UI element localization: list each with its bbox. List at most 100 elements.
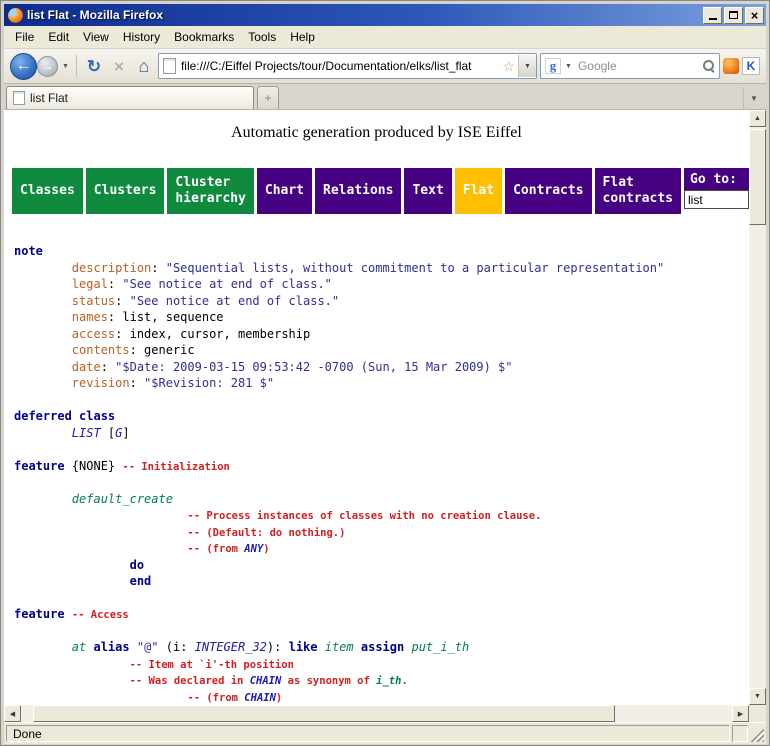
doc-nav-contracts[interactable]: Contracts	[505, 168, 591, 214]
url-bar[interactable]: ☆ ▼	[158, 53, 537, 79]
menu-file[interactable]: File	[8, 28, 41, 46]
code-text	[14, 261, 72, 275]
doc-nav-cluster-hierarchy[interactable]: Cluster hierarchy	[167, 168, 253, 214]
doc-nav-relations[interactable]: Relations	[315, 168, 401, 214]
menu-edit[interactable]: Edit	[41, 28, 76, 46]
tab-list-flat[interactable]: list Flat	[6, 86, 254, 109]
scroll-down-button[interactable]: ▼	[749, 688, 766, 705]
class-link[interactable]: INTEGER_32	[195, 640, 267, 654]
scroll-right-button[interactable]: ▶	[732, 705, 749, 722]
doc-nav-buttons: ClassesClustersCluster hierarchyChartRel…	[12, 168, 681, 214]
note-tag: description	[72, 261, 151, 275]
forward-button[interactable]: →	[37, 56, 58, 77]
menu-view[interactable]: View	[76, 28, 116, 46]
refresh-icon[interactable]: ↻	[83, 58, 105, 75]
code-text	[14, 690, 187, 704]
class-link[interactable]: CHAIN	[244, 692, 276, 704]
new-tab-button[interactable]: +	[257, 86, 279, 109]
url-input[interactable]	[179, 58, 500, 74]
note-tag: names	[72, 310, 108, 324]
menu-tools[interactable]: Tools	[241, 28, 283, 46]
doc-nav-clusters[interactable]: Clusters	[86, 168, 165, 214]
code-line	[14, 393, 749, 410]
scroll-left-button[interactable]: ◀	[4, 705, 21, 722]
code-line	[14, 475, 749, 492]
bookmark-star-icon[interactable]: ☆	[502, 58, 515, 75]
code-line: revision: "$Revision: 281 $"	[14, 376, 749, 393]
horizontal-scrollbar[interactable]: ◀ ▶	[4, 705, 749, 722]
code-text	[130, 640, 137, 654]
code-line: end	[14, 574, 749, 591]
resize-grip[interactable]	[750, 728, 764, 742]
code-keyword: assign	[361, 640, 404, 654]
minimize-button[interactable]	[703, 7, 722, 24]
doc-nav-text[interactable]: Text	[404, 168, 451, 214]
feature-link[interactable]: default_create	[72, 492, 173, 506]
class-link[interactable]: LIST	[72, 426, 101, 440]
search-icon[interactable]	[703, 60, 715, 72]
extension-icon-k[interactable]: K	[742, 57, 760, 75]
horizontal-scroll-track[interactable]	[21, 705, 732, 722]
doc-nav-flat[interactable]: Flat	[455, 168, 502, 214]
nav-toolbar: ← → ▼ ↻ × ⌂ ☆ ▼ g ▼ K	[4, 49, 766, 84]
search-box[interactable]: g ▼	[540, 53, 720, 79]
code-line: contents: generic	[14, 343, 749, 360]
doc-nav-chart[interactable]: Chart	[257, 168, 312, 214]
code-keyword: note	[14, 244, 43, 258]
menu-help[interactable]: Help	[283, 28, 322, 46]
vertical-scrollbar[interactable]: ▲ ▼	[749, 110, 766, 705]
search-engine-icon[interactable]: g	[545, 58, 561, 74]
doc-nav-flat-contracts[interactable]: Flat contracts	[595, 168, 681, 214]
code-line: description: "Sequential lists, without …	[14, 261, 749, 278]
code-text	[14, 657, 130, 671]
code-line	[14, 591, 749, 608]
close-button[interactable]: ×	[745, 7, 764, 24]
code-text	[14, 673, 130, 687]
search-engine-dropdown-icon[interactable]: ▼	[564, 63, 573, 70]
class-link[interactable]: ANY	[244, 543, 263, 555]
tab-label: list Flat	[30, 91, 68, 105]
url-dropdown-button[interactable]: ▼	[518, 55, 536, 77]
note-tag: legal	[72, 277, 108, 291]
goto-box: Go to:	[684, 168, 749, 209]
horizontal-scroll-thumb[interactable]	[33, 705, 615, 722]
maximize-button[interactable]	[724, 7, 743, 24]
code-line: -- (Default: do nothing.)	[14, 525, 749, 542]
code-line: at alias "@" (i: INTEGER_32): like item …	[14, 640, 749, 657]
comment-text: )	[263, 543, 269, 555]
feature-link[interactable]: i_th	[376, 675, 401, 687]
search-input[interactable]	[576, 58, 700, 74]
extension-icon-orange[interactable]	[723, 58, 739, 74]
feature-link[interactable]: item	[325, 640, 354, 654]
history-dropdown-icon[interactable]: ▼	[61, 63, 70, 70]
code-text: (i:	[159, 640, 195, 654]
home-icon[interactable]: ⌂	[133, 58, 155, 75]
scroll-up-button[interactable]: ▲	[749, 110, 766, 127]
vertical-scroll-thumb[interactable]	[749, 129, 766, 225]
code-line: status: "See notice at end of class."	[14, 294, 749, 311]
code-text	[65, 607, 72, 621]
note-tag: revision	[72, 376, 130, 390]
note-tag: access	[72, 327, 115, 341]
class-link[interactable]: CHAIN	[250, 675, 282, 687]
feature-link[interactable]: at	[72, 640, 86, 654]
menu-history[interactable]: History	[116, 28, 167, 46]
code-line: date: "$Date: 2009-03-15 09:53:42 -0700 …	[14, 360, 749, 377]
code-line: do	[14, 558, 749, 575]
doc-nav-classes[interactable]: Classes	[12, 168, 83, 214]
code-line: -- Item at `i'-th position	[14, 657, 749, 674]
code-text: :	[101, 360, 115, 374]
code-text	[14, 591, 21, 605]
code-line: feature -- Access	[14, 607, 749, 624]
goto-input[interactable]	[684, 190, 749, 209]
list-all-tabs-button[interactable]: ▼	[743, 87, 764, 109]
menu-bookmarks[interactable]: Bookmarks	[167, 28, 241, 46]
back-button[interactable]: ←	[10, 53, 37, 80]
feature-link[interactable]: put_i_th	[411, 640, 469, 654]
title-bar[interactable]: list Flat - Mozilla Firefox ×	[4, 4, 766, 26]
code-line: feature {NONE} -- Initialization	[14, 459, 749, 476]
comment-text: as synonym of	[281, 675, 376, 687]
back-icon: ←	[16, 57, 32, 75]
tab-page-icon	[13, 91, 25, 105]
code-text: : index, cursor, membership	[115, 327, 310, 341]
